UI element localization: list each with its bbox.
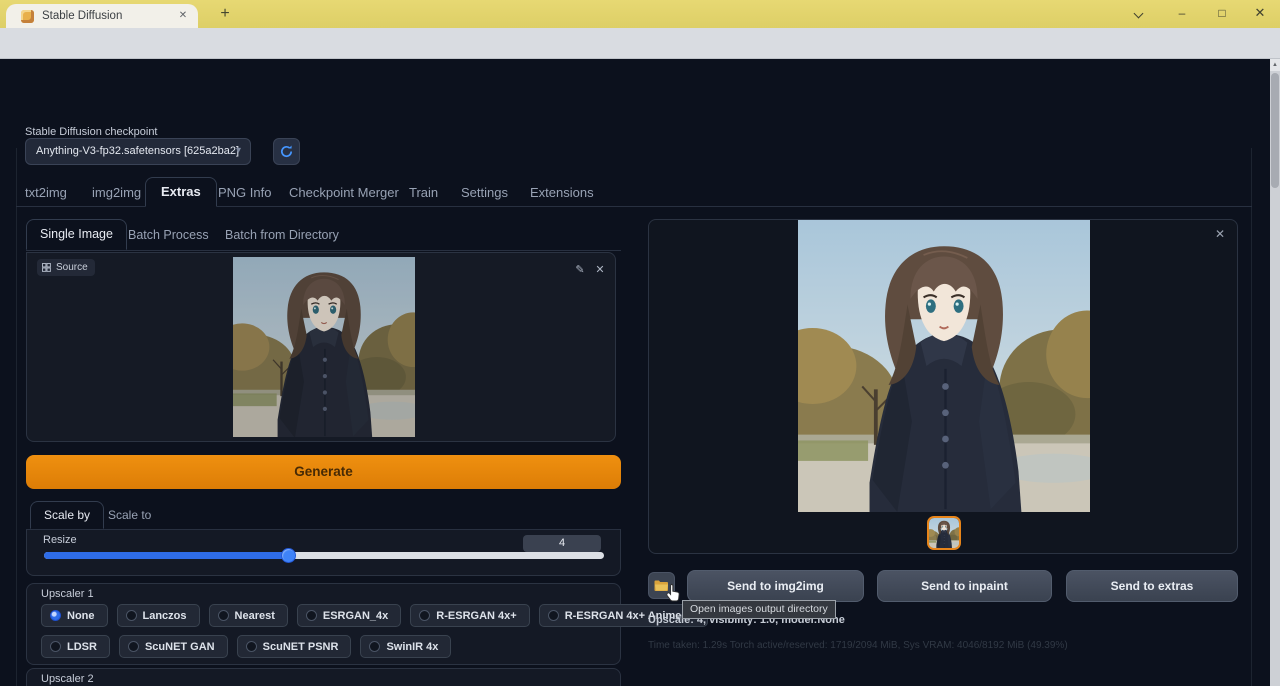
browser-window: Stable Diffusion ✕ + – □ ✕ ← → ↻ i 127.0…	[0, 0, 1280, 686]
window-minimize-button[interactable]: –	[1172, 3, 1192, 23]
upscaler1-option-ldsr[interactable]: LDSR	[41, 635, 110, 658]
upscaler2-block: Upscaler 2 None Lanczos Nearest ESRGAN_4…	[26, 668, 621, 686]
browser-tabstrip: Stable Diffusion ✕ + – □ ✕	[0, 0, 1280, 28]
radio-icon	[306, 610, 317, 621]
browser-tab[interactable]: Stable Diffusion ✕	[6, 4, 198, 28]
upscaler1-option-none[interactable]: None	[41, 604, 108, 627]
clear-image-icon[interactable]: ✕	[592, 262, 608, 278]
radio-icon	[50, 641, 61, 652]
upscaler1-option-lanczos[interactable]: Lanczos	[117, 604, 200, 627]
source-chip-label: Source	[56, 262, 88, 273]
upscaler1-option-nearest[interactable]: Nearest	[209, 604, 288, 627]
upscaler1-option-scunet-psnr[interactable]: ScuNET PSNR	[237, 635, 352, 658]
window-close-button[interactable]: ✕	[1250, 3, 1270, 23]
upscaler1-option-scunet-gan[interactable]: ScuNET GAN	[119, 635, 228, 658]
resize-slider-fill	[44, 552, 289, 559]
upscaler1-option-resrgan4x[interactable]: R-ESRGAN 4x+	[410, 604, 529, 627]
edit-image-icon[interactable]: ✎	[572, 262, 588, 278]
upscaler1-option-esrgan4x[interactable]: ESRGAN_4x	[297, 604, 401, 627]
result-image[interactable]	[798, 220, 1090, 512]
folder-tooltip: Open images output directory	[682, 600, 836, 619]
new-tab-button[interactable]: +	[216, 5, 234, 23]
radio-icon	[246, 641, 257, 652]
resize-value-input[interactable]: 4	[523, 535, 601, 552]
subtab-batch-from-directory[interactable]: Batch from Directory	[225, 228, 339, 242]
chevron-down-icon: ▾	[236, 145, 241, 156]
scrollbar-thumb[interactable]	[1271, 73, 1279, 188]
result-gallery: ✕	[648, 219, 1238, 554]
close-result-icon[interactable]: ✕	[1215, 227, 1225, 241]
cursor-pointer-icon	[666, 583, 683, 604]
upscaler2-label: Upscaler 2	[41, 673, 94, 685]
checkpoint-dropdown[interactable]: Anything-V3-fp32.safetensors [625a2ba2] …	[25, 138, 251, 165]
tab-title: Stable Diffusion	[42, 10, 122, 22]
scrollbar-up-icon[interactable]: ▲	[1270, 59, 1280, 71]
radio-icon	[126, 610, 137, 621]
send-to-inpaint-button[interactable]: Send to inpaint	[877, 570, 1052, 602]
footer-stats-text: Time taken: 1.29s Torch active/reserved:…	[648, 640, 1068, 651]
subtab-batch-process[interactable]: Batch Process	[128, 228, 209, 242]
upscaler1-option-swinir[interactable]: SwinIR 4x	[360, 635, 451, 658]
radio-icon	[369, 641, 380, 652]
tab-settings[interactable]: Settings	[461, 185, 508, 200]
page-scrollbar[interactable]: ▲	[1270, 59, 1280, 686]
subtabs-divider	[26, 250, 621, 251]
resize-slider-handle[interactable]	[281, 548, 296, 563]
checkpoint-value: Anything-V3-fp32.safetensors [625a2ba2]	[36, 145, 239, 157]
source-image-dropzone[interactable]: Source ✎ ✕	[26, 252, 616, 442]
tab-train[interactable]: Train	[409, 185, 438, 200]
source-chip: Source	[37, 259, 95, 276]
site-favicon-icon	[21, 10, 34, 23]
upscaler1-block: Upscaler 1 None Lanczos Nearest ESRGAN_4…	[26, 583, 621, 665]
tab-img2img[interactable]: img2img	[92, 185, 141, 200]
resize-slider[interactable]	[44, 552, 604, 559]
browser-toolbar: ← → ↻ i 127.0.0.1:7860 ★ G ⋮	[0, 28, 1280, 59]
send-to-extras-button[interactable]: Send to extras	[1066, 570, 1238, 602]
tab-extensions[interactable]: Extensions	[530, 185, 594, 200]
send-to-img2img-button[interactable]: Send to img2img	[687, 570, 864, 602]
tab-checkpoint-merger[interactable]: Checkpoint Merger	[289, 185, 399, 200]
tab-txt2img[interactable]: txt2img	[25, 185, 67, 200]
tab-extras[interactable]: Extras	[145, 177, 217, 207]
gallery-thumbnail[interactable]	[927, 516, 961, 550]
source-image[interactable]	[233, 257, 415, 437]
checkpoint-label: Stable Diffusion checkpoint	[25, 126, 158, 138]
radio-icon	[419, 610, 430, 621]
tab-scale-by[interactable]: Scale by	[30, 501, 104, 529]
generate-button[interactable]: Generate	[26, 455, 621, 489]
tab-search-chevron-icon[interactable]	[1128, 3, 1148, 23]
upscaler1-label: Upscaler 1	[41, 588, 94, 600]
window-maximize-button[interactable]: □	[1212, 3, 1232, 23]
webui-page: Stable Diffusion checkpoint Anything-V3-…	[0, 59, 1280, 686]
grid-icon	[42, 263, 51, 272]
radio-icon	[50, 610, 61, 621]
radio-icon	[548, 610, 559, 621]
tab-png-info[interactable]: PNG Info	[218, 185, 271, 200]
radio-icon	[128, 641, 139, 652]
tab-scale-to[interactable]: Scale to	[108, 508, 151, 522]
tab-close-icon[interactable]: ✕	[176, 9, 190, 23]
resize-label: Resize	[43, 534, 77, 546]
subtab-single-image[interactable]: Single Image	[26, 219, 127, 250]
refresh-checkpoints-button[interactable]	[273, 138, 300, 165]
resize-block: Resize 4	[26, 529, 621, 576]
radio-icon	[218, 610, 229, 621]
